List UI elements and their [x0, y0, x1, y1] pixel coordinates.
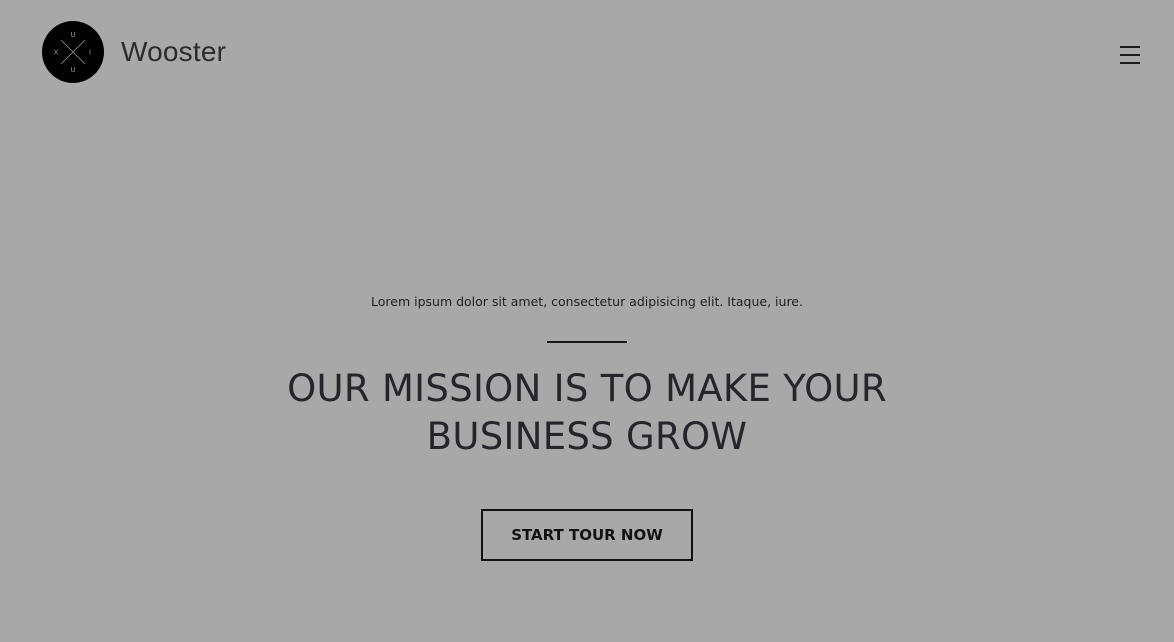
logo-letter-top: U: [70, 31, 75, 39]
logo-letter-left: X: [54, 49, 59, 57]
menu-bar-bottom: [1120, 62, 1140, 64]
site-header: U I U X Wooster: [0, 0, 1174, 110]
hamburger-menu-icon[interactable]: [1120, 44, 1140, 66]
logo-link[interactable]: U I U X Wooster: [42, 21, 226, 83]
menu-bar-middle: [1120, 54, 1140, 56]
hero-divider: [547, 341, 627, 343]
brand-name: Wooster: [121, 36, 227, 67]
hero-tagline: Lorem ipsum dolor sit amet, consectetur …: [371, 294, 803, 309]
hero-headline: OUR MISSION IS TO MAKE YOUR BUSINESS GRO…: [287, 367, 887, 458]
logo-icon: U I U X: [42, 21, 104, 83]
hero-section: Lorem ipsum dolor sit amet, consectetur …: [0, 290, 1174, 561]
menu-bar-top: [1120, 46, 1140, 48]
logo-letter-bottom: U: [70, 66, 75, 74]
start-tour-button[interactable]: START TOUR NOW: [481, 509, 693, 561]
logo-letter-right: I: [89, 49, 91, 57]
